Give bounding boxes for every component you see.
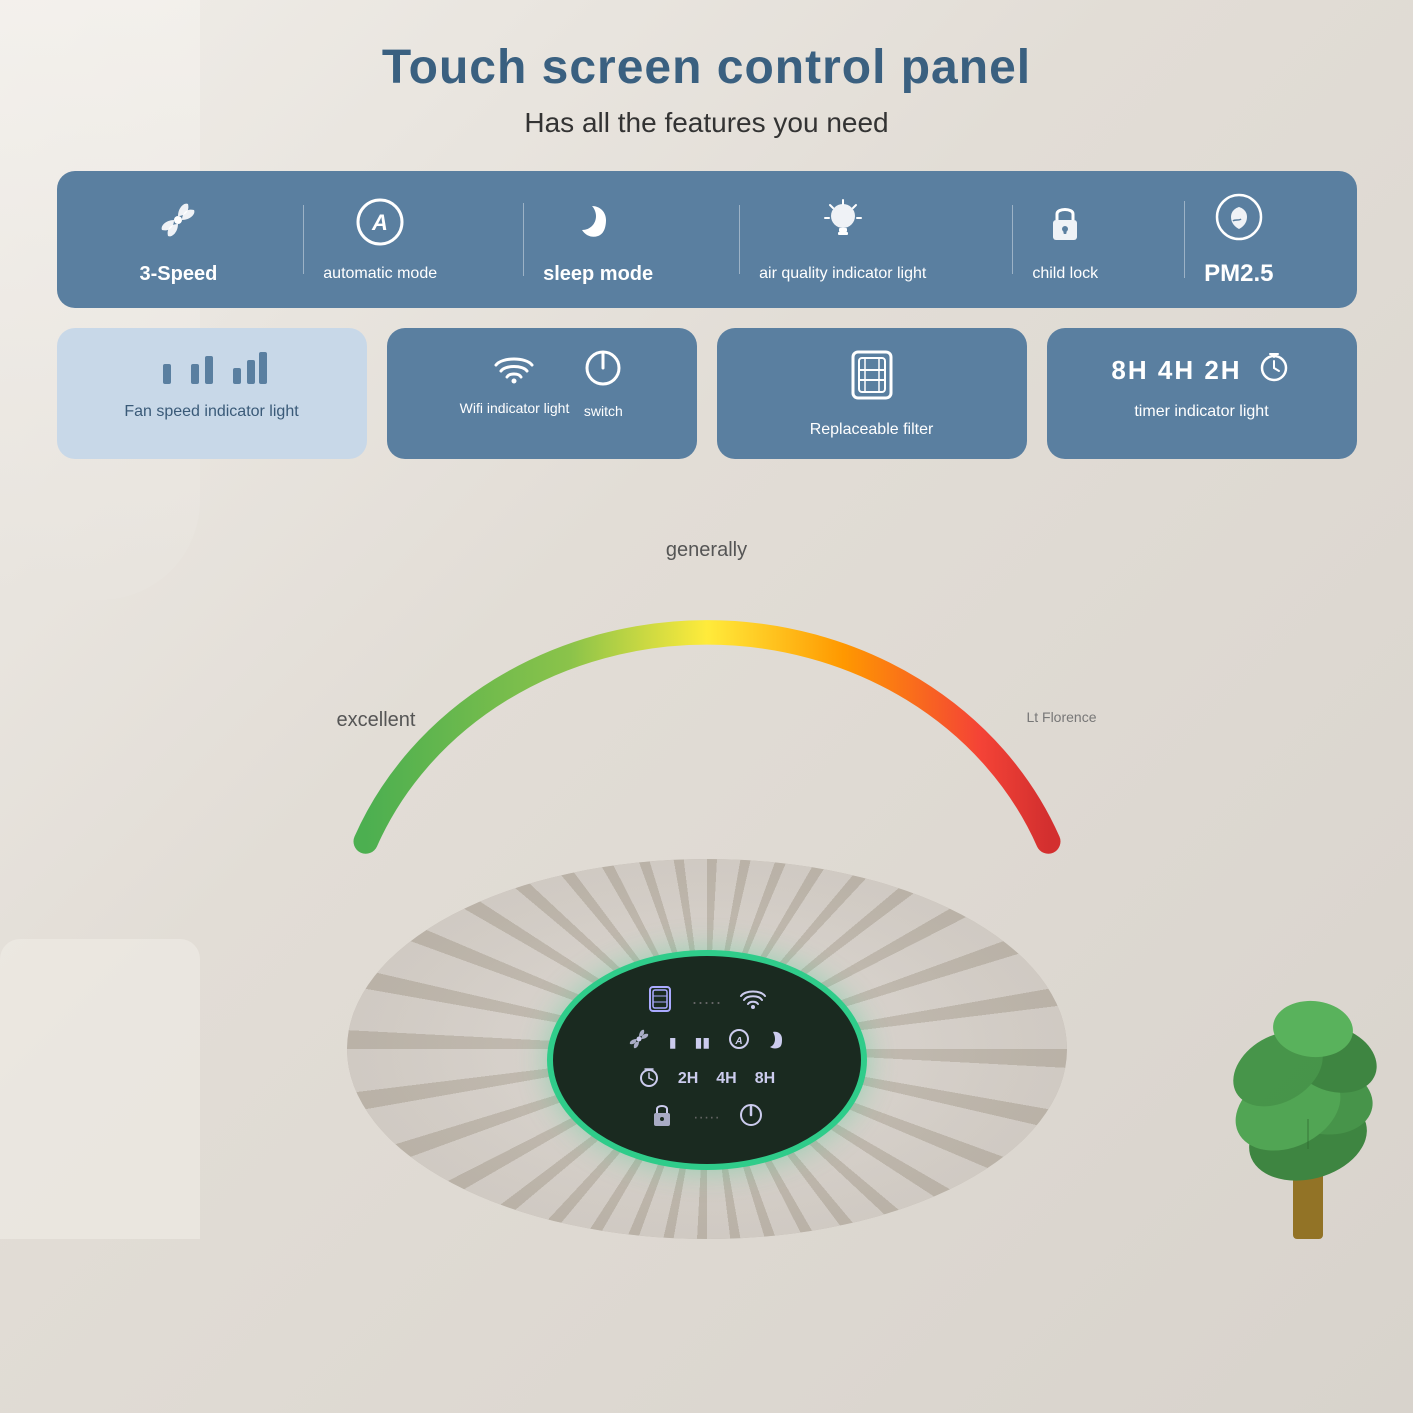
feature-auto: A automatic mode <box>303 196 457 283</box>
air-quality-label: air quality indicator light <box>759 265 926 283</box>
panel-filter-icon <box>646 985 674 1019</box>
purifier-section: excellent generally Lt Florence <box>0 489 1413 1239</box>
pm25-label: PM2.5 <box>1204 260 1273 288</box>
wifi-switch-card: Wifi indicator light switch <box>387 328 697 459</box>
panel-row-4: ····· <box>649 1101 764 1135</box>
feature-sleep: sleep mode <box>523 194 673 286</box>
panel-spacer: ····· <box>692 992 722 1013</box>
feature-air-quality: air quality indicator light <box>739 196 946 283</box>
svg-text:A: A <box>371 210 388 235</box>
panel-row-3: 2H 4H 8H <box>638 1065 775 1093</box>
main-content: Touch screen control panel Has all the f… <box>0 0 1413 489</box>
sleep-moon-icon <box>572 194 624 253</box>
panel-spacer2: ····· <box>693 1109 720 1127</box>
bar3-icon <box>231 348 269 393</box>
panel-wifi-icon <box>739 988 767 1016</box>
timer-label: timer indicator light <box>1134 403 1268 421</box>
wifi-switch-icons: Wifi indicator light switch <box>460 348 624 419</box>
auto-mode-icon: A <box>354 196 406 255</box>
panel-4h: 4H <box>716 1070 736 1088</box>
filter-card: Replaceable filter <box>717 328 1027 459</box>
fan-speed-card: Fan speed indicator light <box>57 328 367 459</box>
bottom-feature-row: Fan speed indicator light Wifi indicator… <box>57 328 1357 459</box>
panel-2h: 2H <box>678 1070 698 1088</box>
panel-timer <box>638 1065 660 1093</box>
child-lock-label: child lock <box>1032 265 1098 283</box>
leaf-icon <box>1213 191 1265 250</box>
switch-label: switch <box>584 403 623 419</box>
filter-body: ····· <box>347 859 1067 1239</box>
fan-speed-icons <box>155 348 269 393</box>
panel-power-icon <box>738 1102 764 1134</box>
timer-card: 8H 4H 2H timer indicator light <box>1047 328 1357 459</box>
panel-row-1: ····· <box>646 985 768 1019</box>
lock-icon <box>1039 196 1091 255</box>
top-feature-row: 3-Speed A automatic mode sleep mode <box>57 171 1357 308</box>
plant-decoration <box>1213 839 1413 1239</box>
auto-label: automatic mode <box>323 265 437 283</box>
fan-speed-label: Fan speed indicator light <box>124 403 298 421</box>
sofa-decoration <box>0 939 200 1239</box>
panel-bar1: ▮ <box>669 1034 677 1051</box>
control-panel: ····· <box>547 950 867 1170</box>
timer-clock-icon <box>1256 348 1292 393</box>
bar1-icon <box>155 348 175 393</box>
feature-child-lock: child lock <box>1012 196 1118 283</box>
wifi-label: Wifi indicator light <box>460 400 570 416</box>
svg-text:A: A <box>734 1036 742 1047</box>
air-purifier-device: ····· <box>347 589 1067 1239</box>
wifi-icon <box>492 351 536 394</box>
fan-icon <box>152 194 204 253</box>
speed-label: 3-Speed <box>139 263 217 286</box>
sleep-label: sleep mode <box>543 263 653 286</box>
page-subtitle: Has all the features you need <box>524 107 888 139</box>
panel-auto: A <box>728 1028 750 1056</box>
generally-label: generally <box>666 539 747 562</box>
panel-lock-icon <box>649 1101 675 1135</box>
timer-icons: 8H 4H 2H <box>1111 348 1291 393</box>
filter-icon <box>845 348 899 411</box>
filter-label: Replaceable filter <box>810 421 934 439</box>
panel-fan-icon <box>627 1027 651 1057</box>
panel-row-2: ▮ ▮▮ A <box>627 1027 786 1057</box>
bulb-icon <box>817 196 869 255</box>
panel-8h: 8H <box>755 1070 775 1088</box>
panel-bar2: ▮▮ <box>695 1034 710 1051</box>
bar2-icon <box>189 348 217 393</box>
page-title: Touch screen control panel <box>382 40 1031 95</box>
feature-pm25: PM2.5 <box>1184 191 1293 288</box>
wifi-icon-group: Wifi indicator light <box>460 351 570 416</box>
timer-text: 8H 4H 2H <box>1111 355 1241 386</box>
power-icon <box>583 348 623 397</box>
feature-3speed: 3-Speed <box>119 194 237 286</box>
panel-moon <box>768 1029 786 1055</box>
switch-icon-group: switch <box>583 348 623 419</box>
